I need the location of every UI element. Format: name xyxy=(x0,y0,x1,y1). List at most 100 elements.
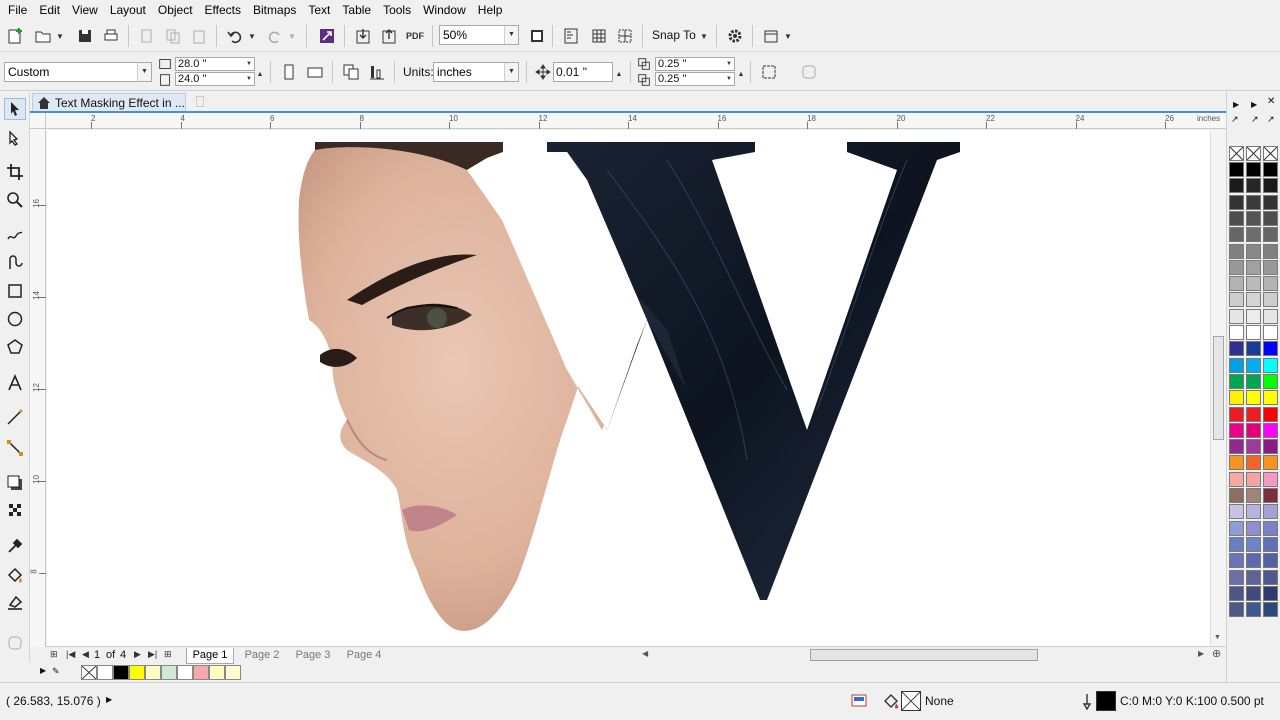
palette-color-swatch[interactable] xyxy=(1246,308,1261,324)
palette-color-swatch[interactable] xyxy=(1229,341,1244,357)
palette-color-swatch[interactable] xyxy=(1246,455,1261,471)
palette-color-swatch[interactable] xyxy=(1246,602,1261,618)
print-icon[interactable] xyxy=(100,25,122,47)
menu-bitmaps[interactable]: Bitmaps xyxy=(247,0,302,20)
toolbox-options-icon[interactable] xyxy=(4,632,26,654)
palette-color-swatch[interactable] xyxy=(1246,162,1261,177)
document-color-swatch[interactable] xyxy=(145,665,161,680)
document-color-swatch[interactable] xyxy=(225,665,241,680)
menu-layout[interactable]: Layout xyxy=(104,0,152,20)
palette-color-swatch[interactable] xyxy=(1246,488,1261,503)
document-color-swatch[interactable] xyxy=(97,665,113,680)
menu-table[interactable]: Table xyxy=(336,0,377,20)
zoom-tool-icon[interactable] xyxy=(4,189,26,211)
palette-color-swatch[interactable] xyxy=(1229,227,1244,243)
open-dropdown-icon[interactable]: ▼ xyxy=(54,25,66,47)
menu-object[interactable]: Object xyxy=(152,0,199,20)
palette-color-swatch[interactable] xyxy=(1263,276,1278,292)
palette-color-swatch[interactable] xyxy=(1263,210,1278,226)
palette-color-swatch[interactable] xyxy=(1246,422,1261,438)
menu-file[interactable]: File xyxy=(2,0,33,20)
redo-icon[interactable] xyxy=(264,25,286,47)
smart-drawing-icon[interactable] xyxy=(4,251,26,273)
freehand-tool-icon[interactable] xyxy=(4,223,26,245)
page-preset-combo[interactable]: Custom ▼ xyxy=(4,62,152,82)
chevron-down-icon[interactable]: ▼ xyxy=(724,58,734,70)
export-icon[interactable] xyxy=(378,25,400,47)
palette-color-swatch[interactable] xyxy=(1229,325,1244,340)
palette-color-swatch[interactable] xyxy=(1263,471,1278,487)
palette-color-swatch[interactable] xyxy=(1246,243,1261,259)
palette-color-swatch[interactable] xyxy=(1263,504,1278,520)
scroll-left-icon[interactable]: ◀ xyxy=(642,649,648,658)
palette-color-swatch[interactable] xyxy=(1246,227,1261,243)
undo-dropdown-icon[interactable]: ▼ xyxy=(246,25,258,47)
chevron-down-icon[interactable]: ▼ xyxy=(137,63,151,81)
first-page-icon[interactable]: |◀ xyxy=(66,649,75,660)
dimension-tool-icon[interactable] xyxy=(4,407,26,429)
palette-color-swatch[interactable] xyxy=(1263,569,1278,585)
palette-color-swatch[interactable] xyxy=(1246,373,1261,389)
palette-color-swatch[interactable] xyxy=(1263,243,1278,259)
palette-color-swatch[interactable] xyxy=(1246,292,1261,308)
document-color-swatch[interactable] xyxy=(161,665,177,680)
page-tab-3[interactable]: Page 3 xyxy=(289,648,337,664)
current-page-icon[interactable] xyxy=(366,61,388,83)
no-color-swatch[interactable] xyxy=(81,665,97,680)
undo-icon[interactable] xyxy=(224,25,246,47)
spin-arrows-icon[interactable]: ▲ xyxy=(255,63,265,85)
palette-color-swatch[interactable] xyxy=(1263,357,1278,373)
fill-none-swatch[interactable] xyxy=(901,691,921,711)
palette-color-swatch[interactable] xyxy=(1263,406,1278,422)
snap-to-label[interactable]: Snap To xyxy=(652,28,696,42)
tab-overflow-icon[interactable] xyxy=(196,96,204,107)
chevron-down-icon[interactable]: ▼ xyxy=(724,73,734,85)
palette-color-swatch[interactable] xyxy=(1246,390,1261,406)
palette-color-swatch[interactable] xyxy=(1229,308,1244,324)
eyedropper-icon[interactable]: ✎ xyxy=(52,666,60,677)
open-folder-icon[interactable] xyxy=(32,25,54,47)
paste-icon[interactable] xyxy=(188,25,210,47)
palette-color-swatch[interactable] xyxy=(1263,390,1278,406)
palette-color-swatch[interactable] xyxy=(1229,585,1244,601)
drop-shadow-tool-icon[interactable] xyxy=(4,472,26,494)
snap-to-dropdown-icon[interactable]: ▼ xyxy=(698,25,710,47)
page-tab-1[interactable]: Page 1 xyxy=(186,648,234,664)
polygon-tool-icon[interactable] xyxy=(4,336,26,358)
spin-arrows-icon[interactable]: ▲ xyxy=(614,63,624,85)
duplicate-y-field[interactable]: 0.25 " ▼ xyxy=(655,72,735,86)
palette-expand-icon[interactable]: ▶ xyxy=(1251,100,1257,109)
page-height-field[interactable]: 24.0 " ▼ xyxy=(175,72,255,86)
palette-color-swatch[interactable] xyxy=(1246,325,1261,340)
cut-icon[interactable] xyxy=(136,25,158,47)
menu-tools[interactable]: Tools xyxy=(377,0,417,20)
document-color-swatch[interactable] xyxy=(129,665,145,680)
palette-color-swatch[interactable] xyxy=(1229,259,1244,275)
palette-scroll-up-icon[interactable]: ▶ xyxy=(1233,100,1239,109)
palette-color-swatch[interactable] xyxy=(1246,520,1261,536)
menu-help[interactable]: Help xyxy=(472,0,509,20)
palette-color-swatch[interactable] xyxy=(1263,194,1278,210)
status-expand-icon[interactable]: ▶ xyxy=(106,695,112,704)
palette-color-swatch[interactable] xyxy=(1263,602,1278,618)
menu-view[interactable]: View xyxy=(66,0,104,20)
palette-color-swatch[interactable] xyxy=(1246,341,1261,357)
application-launcher-icon[interactable] xyxy=(760,25,782,47)
palette-color-swatch[interactable] xyxy=(1246,210,1261,226)
palette-eyedropper-icon[interactable]: ↗ xyxy=(1251,114,1259,125)
document-color-swatch[interactable] xyxy=(177,665,193,680)
show-guidelines-icon[interactable] xyxy=(614,25,636,47)
treat-as-filled-icon[interactable] xyxy=(758,61,780,83)
chevron-down-icon[interactable]: ▼ xyxy=(504,26,518,44)
ruler-origin[interactable] xyxy=(30,113,46,129)
previous-page-icon[interactable]: ◀ xyxy=(82,649,89,660)
last-page-icon[interactable]: ▶| xyxy=(148,649,157,660)
palette-color-swatch[interactable] xyxy=(1246,471,1261,487)
palette-color-swatch[interactable] xyxy=(1229,276,1244,292)
new-document-icon[interactable] xyxy=(4,25,26,47)
page-tab-4[interactable]: Page 4 xyxy=(340,648,388,664)
connector-tool-icon[interactable] xyxy=(4,437,26,459)
palette-menu-icon[interactable]: ▶ xyxy=(40,666,46,675)
scroll-right-icon[interactable]: ▶ xyxy=(1198,649,1204,658)
palette-color-swatch[interactable] xyxy=(1246,585,1261,601)
